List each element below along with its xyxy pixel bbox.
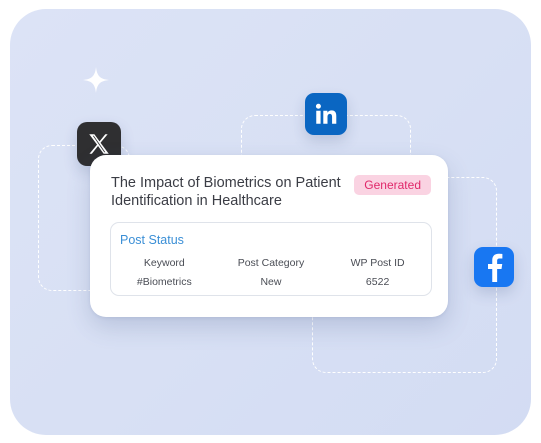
status-columns: Keyword #Biometrics Post Category New WP… bbox=[111, 257, 431, 288]
linkedin-icon bbox=[305, 93, 347, 135]
wp-post-id-header: WP Post ID bbox=[350, 257, 405, 269]
post-status-heading: Post Status bbox=[120, 233, 184, 247]
post-category-header: Post Category bbox=[237, 257, 305, 269]
post-title: The Impact of Biometrics on Patient Iden… bbox=[111, 175, 341, 209]
sparkle-icon bbox=[83, 67, 109, 93]
post-card[interactable]: The Impact of Biometrics on Patient Iden… bbox=[90, 155, 448, 317]
post-category-value: New bbox=[260, 276, 282, 288]
wp-post-id-value: 6522 bbox=[365, 276, 390, 288]
keyword-header: Keyword bbox=[143, 257, 185, 269]
facebook-icon bbox=[474, 247, 514, 287]
post-status-box: Post Status Keyword #Biometrics Post Cat… bbox=[110, 222, 432, 296]
wp-post-id-column: WP Post ID 6522 bbox=[324, 257, 431, 288]
keyword-value: #Biometrics bbox=[136, 276, 192, 288]
status-badge: Generated bbox=[354, 175, 431, 195]
background-panel: The Impact of Biometrics on Patient Iden… bbox=[10, 9, 531, 435]
post-category-column: Post Category New bbox=[218, 257, 325, 288]
keyword-column: Keyword #Biometrics bbox=[111, 257, 218, 288]
